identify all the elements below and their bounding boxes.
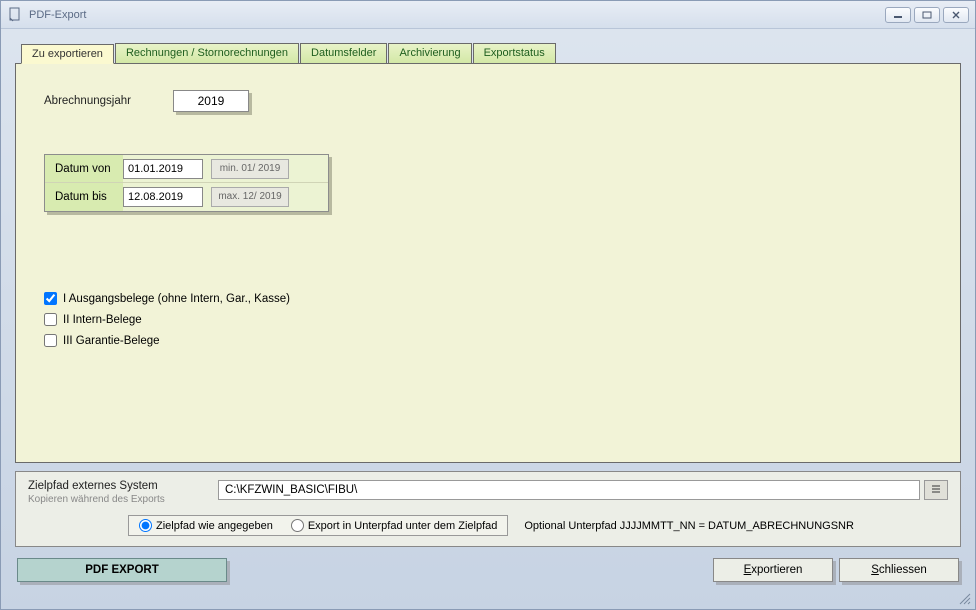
window-title: PDF-Export [29,9,885,21]
export-button-rest: xportieren [751,564,802,576]
window-buttons [885,7,969,23]
check-intern-belege-label: II Intern-Belege [63,314,142,326]
date-range-group: Datum von min. 01/ 2019 Datum bis max. 1… [44,154,329,212]
date-from-label: Datum von [55,163,123,175]
path-group: Zielpfad externes System Kopieren währen… [15,471,961,547]
tab-exportstatus[interactable]: Exportstatus [473,43,556,63]
optional-unterpfad-text: Optional Unterpfad JJJJMMTT_NN = DATUM_A… [524,520,854,532]
year-input[interactable]: 2019 [173,90,249,112]
close-button-rest: chliessen [879,564,927,576]
pdf-export-button[interactable]: PDF EXPORT [17,558,227,582]
resize-grip[interactable] [957,591,971,605]
tab-datumsfelder[interactable]: Datumsfelder [300,43,387,63]
check-ausgangsbelege-box[interactable] [44,292,57,305]
radio-zielpfad-box[interactable] [139,519,152,532]
path-radio-set: Zielpfad wie angegeben Export in Unterpf… [128,515,508,536]
titlebar: PDF-Export [1,1,975,29]
minimize-button[interactable] [885,7,911,23]
path-input[interactable] [218,480,920,500]
tab-archivierung[interactable]: Archivierung [388,43,471,63]
close-button[interactable] [943,7,969,23]
check-garantie-belege[interactable]: III Garantie-Belege [44,334,932,347]
check-ausgangsbelege-label: I Ausgangsbelege (ohne Intern, Gar., Kas… [63,293,290,305]
check-intern-belege[interactable]: II Intern-Belege [44,313,932,326]
radio-zielpfad-label: Zielpfad wie angegeben [156,520,273,532]
tab-zu-exportieren[interactable]: Zu exportieren [21,44,114,64]
maximize-button[interactable] [914,7,940,23]
path-label: Zielpfad externes System [28,480,218,492]
radio-unterpfad-label: Export in Unterpfad unter dem Zielpfad [308,520,498,532]
year-label: Abrechnungsjahr [44,95,131,107]
check-ausgangsbelege[interactable]: I Ausgangsbelege (ohne Intern, Gar., Kas… [44,292,932,305]
tabpane-zu-exportieren: Abrechnungsjahr 2019 Datum von min. 01/ … [15,63,961,463]
checkbox-group: I Ausgangsbelege (ohne Intern, Gar., Kas… [44,292,932,347]
date-to-label: Datum bis [55,191,123,203]
export-button[interactable]: Exportieren [713,558,833,582]
radio-zielpfad-wie-angegeben[interactable]: Zielpfad wie angegeben [139,519,273,532]
check-garantie-belege-box[interactable] [44,334,57,347]
footer: PDF EXPORT Exportieren Schliessen [15,553,961,587]
browse-button[interactable] [924,480,948,500]
date-to-hint: max. 12/ 2019 [211,187,289,207]
radio-export-unterpfad[interactable]: Export in Unterpfad unter dem Zielpfad [291,519,498,532]
date-to-input[interactable] [123,187,203,207]
app-icon [7,7,23,23]
list-icon [930,484,942,497]
tab-rechnungen[interactable]: Rechnungen / Stornorechnungen [115,43,299,63]
date-from-hint: min. 01/ 2019 [211,159,289,179]
tabstrip: Zu exportieren Rechnungen / Stornorechnu… [21,43,961,63]
check-garantie-belege-label: III Garantie-Belege [63,335,160,347]
close-button-footer[interactable]: Schliessen [839,558,959,582]
path-sublabel: Kopieren während des Exports [28,494,218,505]
radio-unterpfad-box[interactable] [291,519,304,532]
check-intern-belege-box[interactable] [44,313,57,326]
date-from-input[interactable] [123,159,203,179]
